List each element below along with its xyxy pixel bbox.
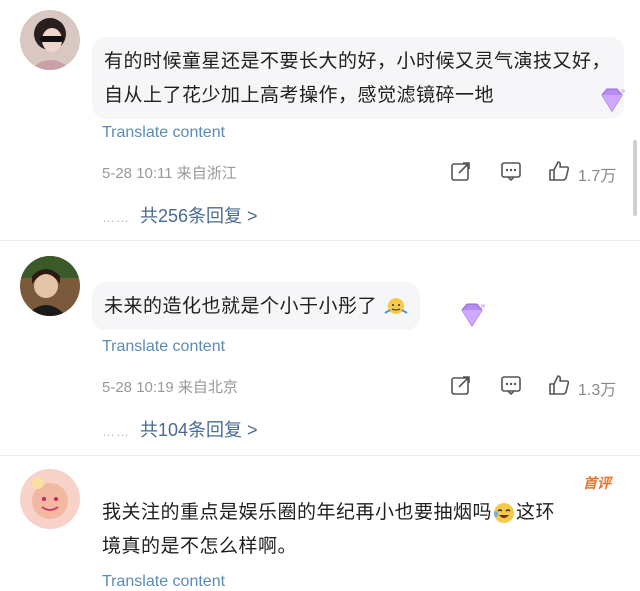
share-icon[interactable] (450, 374, 472, 396)
comment-icon[interactable] (500, 160, 522, 182)
comment-date: 5-28 10:11 (102, 165, 173, 182)
laughing-emoji-icon (494, 502, 515, 523)
comment-text-content: 未来的造化也就是个小于小彤了 (104, 295, 378, 317)
comment-actions: 1.7万 (450, 160, 625, 185)
comment-meta: 5-28 10:11 来自浙江 (102, 162, 237, 183)
comment-location: 来自北京 (177, 379, 238, 396)
comment-item: 首评 我关注的重点是娱乐圈的年纪再小也要抽烟吗 这环 境真的是不怎么样啊。 Tr… (0, 455, 640, 590)
replies-dots: …… (102, 424, 130, 439)
comment-actions: 1.3万 (450, 374, 625, 399)
like-icon[interactable] (548, 160, 570, 182)
comment-item: 有的时候童星还是不要长大的好，小时候又灵气演技又好，自从上了花少加上高考操作，感… (0, 0, 640, 240)
comment-text: 未来的造化也就是个小于小彤了 (92, 282, 420, 330)
diamond-badge-icon (461, 303, 485, 327)
comment-date: 5-28 10:19 (102, 379, 174, 396)
comment-text: 我关注的重点是娱乐圈的年纪再小也要抽烟吗 这环 境真的是不怎么样啊。 (92, 495, 622, 563)
like-icon[interactable] (548, 374, 570, 396)
comment-item: 未来的造化也就是个小于小彤了 Translate content 5-28 10… (0, 240, 640, 455)
replies-link[interactable]: …… 共104条回复 > (102, 416, 258, 442)
translate-link[interactable]: Translate content (102, 573, 225, 591)
diamond-badge-icon (601, 88, 625, 112)
replies-dots: …… (102, 210, 130, 225)
shrug-emoji-icon (384, 297, 408, 314)
comment-location: 来自浙江 (176, 165, 237, 182)
avatar[interactable] (20, 469, 80, 529)
like-count: 1.3万 (578, 382, 617, 399)
comment-text-line2: 境真的是不怎么样啊。 (102, 535, 298, 557)
replies-link[interactable]: …… 共256条回复 > (102, 202, 258, 228)
replies-label[interactable]: 共256条回复 > (140, 206, 258, 226)
translate-link[interactable]: Translate content (102, 124, 225, 142)
share-icon[interactable] (450, 160, 472, 182)
comment-text: 有的时候童星还是不要长大的好，小时候又灵气演技又好，自从上了花少加上高考操作，感… (92, 37, 624, 119)
comment-text-content: 有的时候童星还是不要长大的好，小时候又灵气演技又好，自从上了花少加上高考操作，感… (104, 50, 612, 106)
first-comment-badge: 首评 (583, 476, 611, 492)
translate-link[interactable]: Translate content (102, 338, 225, 356)
comment-text-tail: 这环 (516, 501, 556, 523)
scrollbar[interactable] (633, 140, 637, 216)
like-count: 1.7万 (578, 168, 617, 185)
comment-icon[interactable] (500, 374, 522, 396)
comment-meta: 5-28 10:19 来自北京 (102, 376, 238, 397)
avatar[interactable] (20, 256, 80, 316)
comment-text-content: 我关注的重点是娱乐圈的年纪再小也要抽烟吗 (102, 501, 493, 523)
avatar[interactable] (20, 10, 80, 70)
replies-label[interactable]: 共104条回复 > (140, 420, 258, 440)
